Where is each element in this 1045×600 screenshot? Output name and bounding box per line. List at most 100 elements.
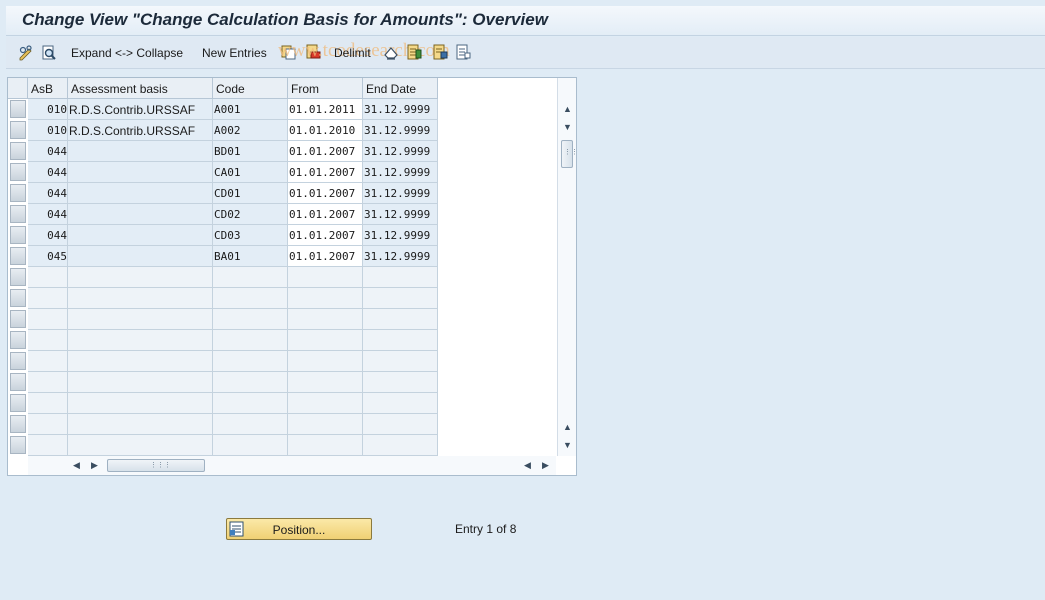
row-selector[interactable]: [10, 247, 26, 265]
cell-from: [288, 372, 363, 393]
column-header-assessment-basis[interactable]: Assessment basis: [68, 78, 213, 99]
column-header-code[interactable]: Code: [213, 78, 288, 99]
page-up-icon[interactable]: ▲: [563, 422, 572, 432]
cell-code: [213, 351, 288, 372]
cell-from[interactable]: 01.01.2007: [288, 141, 363, 162]
cell-from[interactable]: 01.01.2007: [288, 162, 363, 183]
title-bar: Change View "Change Calculation Basis fo…: [6, 6, 1045, 36]
cell-from: [288, 414, 363, 435]
row-selector[interactable]: [10, 289, 26, 307]
cell-assessment-basis: [68, 414, 213, 435]
cell-end-date: [363, 351, 438, 372]
main-content: AsB Assessment basis Code From End Date …: [6, 70, 1045, 600]
cell-code: [213, 330, 288, 351]
position-button-label: Position...: [272, 523, 326, 537]
cell-code: [213, 309, 288, 330]
horizontal-scroll-thumb[interactable]: ⋮⋮⋮: [107, 459, 205, 472]
column-header-end-date[interactable]: End Date: [363, 78, 438, 99]
cell-asb: [28, 372, 68, 393]
cell-assessment-basis: R.D.S.Contrib.URSSAF: [68, 99, 213, 120]
column-header-from[interactable]: From: [288, 78, 363, 99]
row-selector[interactable]: [10, 310, 26, 328]
row-selector[interactable]: [10, 184, 26, 202]
undo-change-icon[interactable]: [383, 45, 399, 61]
cell-asb: 044: [28, 183, 68, 204]
position-button[interactable]: Position...: [226, 518, 372, 540]
column-header-asb[interactable]: AsB: [28, 78, 68, 99]
cell-asb: 010: [28, 120, 68, 141]
cell-asb: 044: [28, 225, 68, 246]
cell-from[interactable]: 01.01.2007: [288, 246, 363, 267]
scroll-up-icon[interactable]: ▲: [563, 104, 572, 114]
row-selector[interactable]: [10, 352, 26, 370]
cell-from: [288, 267, 363, 288]
row-selector[interactable]: [10, 205, 26, 223]
cell-code: A001: [213, 99, 288, 120]
scroll-down-icon[interactable]: ▼: [563, 440, 572, 450]
cell-assessment-basis: [68, 246, 213, 267]
cell-from: [288, 351, 363, 372]
cell-assessment-basis: [68, 183, 213, 204]
row-selector[interactable]: [10, 100, 26, 118]
cell-end-date: 31.12.9999: [363, 162, 438, 183]
vertical-scrollbar[interactable]: ▲ ▼ ⋮⋮ ▲ ▼: [557, 78, 578, 456]
row-selector[interactable]: [10, 394, 26, 412]
expand-collapse-button[interactable]: Expand <-> Collapse: [71, 44, 183, 62]
row-selector[interactable]: [10, 373, 26, 391]
cell-code: CD03: [213, 225, 288, 246]
cell-from: [288, 288, 363, 309]
cell-from[interactable]: 01.01.2007: [288, 204, 363, 225]
cell-asb: [28, 393, 68, 414]
new-entries-button[interactable]: New Entries: [202, 44, 267, 62]
cell-from[interactable]: 01.01.2007: [288, 183, 363, 204]
cell-end-date: 31.12.9999: [363, 141, 438, 162]
cell-asb: [28, 414, 68, 435]
change-display-icon[interactable]: [18, 45, 34, 61]
cell-code: BA01: [213, 246, 288, 267]
cell-asb: 044: [28, 162, 68, 183]
cell-assessment-basis: [68, 267, 213, 288]
row-selector[interactable]: [10, 226, 26, 244]
row-selector[interactable]: [10, 415, 26, 433]
grip-icon: ⋮⋮: [564, 149, 578, 156]
horizontal-scrollbar[interactable]: ◀ ▶ ⋮⋮⋮ ◀ ▶: [28, 456, 556, 475]
cell-end-date: 31.12.9999: [363, 183, 438, 204]
cell-from[interactable]: 01.01.2007: [288, 225, 363, 246]
cell-code: [213, 414, 288, 435]
select-all-icon[interactable]: [406, 44, 422, 60]
row-selector[interactable]: [10, 331, 26, 349]
cell-code: CA01: [213, 162, 288, 183]
details-icon[interactable]: [41, 45, 57, 61]
cell-from: [288, 330, 363, 351]
cell-asb: [28, 351, 68, 372]
cell-code: A002: [213, 120, 288, 141]
row-selector[interactable]: [10, 436, 26, 454]
cell-asb: 045: [28, 246, 68, 267]
cell-end-date: 31.12.9999: [363, 204, 438, 225]
cell-from[interactable]: 01.01.2011: [288, 99, 363, 120]
row-selector[interactable]: [10, 268, 26, 286]
cell-end-date: 31.12.9999: [363, 120, 438, 141]
delimit-button[interactable]: Delimit: [334, 44, 371, 62]
row-selector[interactable]: [10, 163, 26, 181]
select-block-icon[interactable]: [432, 44, 448, 60]
entry-counter: Entry 1 of 8: [455, 522, 517, 536]
table-control: AsB Assessment basis Code From End Date …: [7, 77, 578, 476]
page-down-icon[interactable]: ▼: [563, 122, 572, 132]
cell-code: CD01: [213, 183, 288, 204]
vertical-scroll-thumb[interactable]: ⋮⋮: [561, 140, 578, 168]
cell-code: BD01: [213, 141, 288, 162]
row-selector[interactable]: [10, 142, 26, 160]
cell-asb: [28, 330, 68, 351]
cell-end-date: 31.12.9999: [363, 225, 438, 246]
cell-from[interactable]: 01.01.2010: [288, 120, 363, 141]
scroll-right-icon[interactable]: ▶: [542, 460, 549, 470]
cell-end-date: [363, 288, 438, 309]
expand-collapse-label: Expand <-> Collapse: [71, 46, 184, 60]
deselect-all-icon[interactable]: [455, 44, 471, 60]
row-selector[interactable]: [10, 121, 26, 139]
application-toolbar: Expand <-> Collapse New Entries www.tcod…: [6, 37, 1045, 69]
scroll-left-icon[interactable]: ◀: [73, 460, 80, 470]
page-right-icon[interactable]: ▶: [91, 460, 98, 470]
page-left-icon[interactable]: ◀: [524, 460, 531, 470]
